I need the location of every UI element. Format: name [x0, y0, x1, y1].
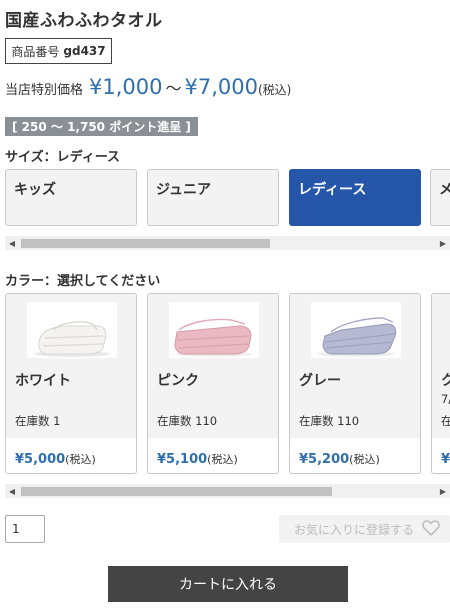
- scroll-left-icon[interactable]: ◀: [5, 484, 19, 498]
- color-name: ク: [441, 370, 450, 390]
- price-min: ¥1,000: [89, 75, 163, 99]
- heart-icon: [422, 519, 440, 539]
- sku-box: 商品番号 gd437: [5, 38, 112, 64]
- stock-count: 在: [441, 413, 450, 429]
- color-price: ¥5,200(税込): [299, 448, 380, 467]
- color-price-tax: (税込): [207, 453, 238, 466]
- color-option-partial[interactable]: ク 7/ 在 ¥: [431, 293, 450, 474]
- color-option-grey[interactable]: グレー 在庫数 110 ¥5,200(税込): [289, 293, 421, 474]
- quantity-input[interactable]: [5, 515, 45, 543]
- favorite-label: お気に入りに登録する: [293, 522, 414, 537]
- color-price-value: ¥5,200: [299, 452, 350, 467]
- color-price-tax: (税込): [349, 453, 380, 466]
- size-label: サイズ：レディース: [5, 150, 121, 165]
- color-price: ¥5,100(税込): [157, 448, 238, 467]
- color-price-value: ¥5,100: [157, 452, 208, 467]
- size-option-ladies[interactable]: レディース: [289, 169, 421, 226]
- color-option-pink[interactable]: ピンク 在庫数 110 ¥5,100(税込): [147, 293, 279, 474]
- color-note: 7/: [441, 392, 450, 406]
- color-label: カラー：選択してください: [5, 274, 161, 289]
- sku-code: gd437: [63, 44, 106, 58]
- sku-label: 商品番号: [11, 44, 60, 59]
- stock-count: 在庫数 1: [15, 414, 61, 428]
- scroll-left-icon[interactable]: ◀: [5, 236, 19, 250]
- color-option-white[interactable]: ホワイト 在庫数 1 ¥5,000(税込): [5, 293, 137, 474]
- color-price-value: ¥: [441, 452, 450, 467]
- product-title: 国産ふわふわタオル: [5, 11, 163, 31]
- price-tax-label: (税込): [258, 83, 292, 97]
- favorite-button[interactable]: お気に入りに登録する: [279, 515, 450, 543]
- scroll-right-icon[interactable]: ▶: [436, 236, 450, 250]
- color-price-tax: (税込): [65, 453, 96, 466]
- towel-pink-image: [169, 302, 259, 358]
- price-separator: ～: [165, 79, 182, 98]
- towel-grey-image: [311, 302, 401, 358]
- scroll-right-icon[interactable]: ▶: [436, 484, 450, 498]
- price-label: 当店特別価格: [5, 83, 84, 98]
- size-option-junior[interactable]: ジュニア: [147, 169, 279, 226]
- color-scrollbar[interactable]: ◀ ▶: [5, 484, 450, 498]
- color-scrollbar-thumb[interactable]: [21, 487, 332, 496]
- stock-count: 在庫数 110: [299, 414, 360, 428]
- size-options: キッズ ジュニア レディース メ: [5, 169, 450, 227]
- color-name: ピンク: [157, 373, 199, 389]
- size-option-kids[interactable]: キッズ: [5, 169, 137, 226]
- size-scrollbar-thumb[interactable]: [21, 239, 270, 248]
- color-price-value: ¥5,000: [15, 452, 66, 467]
- points-badge: [ 250 ～ 1,750 ポイント進呈 ]: [5, 117, 198, 136]
- color-name: ホワイト: [15, 373, 71, 389]
- color-price: ¥5,000(税込): [15, 448, 96, 467]
- stock-count: 在庫数 110: [157, 414, 218, 428]
- size-option-mens[interactable]: メ: [430, 169, 450, 226]
- add-to-cart-button[interactable]: カートに入れる: [108, 566, 348, 602]
- color-price: ¥: [441, 448, 450, 467]
- towel-white-image: [27, 302, 117, 358]
- color-name: グレー: [299, 373, 341, 389]
- price-max: ¥7,000: [184, 75, 258, 99]
- color-options: ホワイト 在庫数 1 ¥5,000(税込) ピンク 在庫数 110 ¥5,100…: [5, 293, 450, 475]
- price-line: 当店特別価格 ¥1,000 ～ ¥7,000 (税込): [5, 75, 291, 99]
- size-scrollbar[interactable]: ◀ ▶: [5, 236, 450, 250]
